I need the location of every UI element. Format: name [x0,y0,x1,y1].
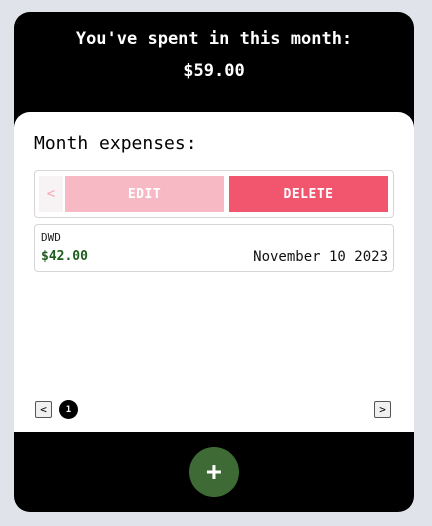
page-number-1[interactable]: 1 [59,400,78,419]
prev-page-button[interactable]: < [35,401,52,418]
plus-icon: + [206,457,222,487]
expense-amount: $42.00 [41,249,88,264]
summary-header: You've spent in this month: $59.00 [14,12,414,112]
swiped-expense-row[interactable]: < EDIT DELETE [34,170,394,218]
edit-button[interactable]: EDIT [65,176,224,212]
expenses-panel: Month expenses: < EDIT DELETE DWD $42.00… [14,112,414,432]
summary-title: You've spent in this month: [75,29,353,49]
delete-button[interactable]: DELETE [229,176,388,212]
expense-name: DWD [41,231,61,244]
expense-card: You've spent in this month: $59.00 Month… [14,12,414,512]
expense-item[interactable]: DWD $42.00 November 10 2023 [34,224,394,272]
add-expense-button[interactable]: + [189,447,239,497]
expense-date: November 10 2023 [253,249,388,265]
chevron-left-icon[interactable]: < [39,176,63,212]
next-page-button[interactable]: > [374,401,391,418]
total-spent: $59.00 [183,61,245,81]
section-title: Month expenses: [34,133,197,154]
